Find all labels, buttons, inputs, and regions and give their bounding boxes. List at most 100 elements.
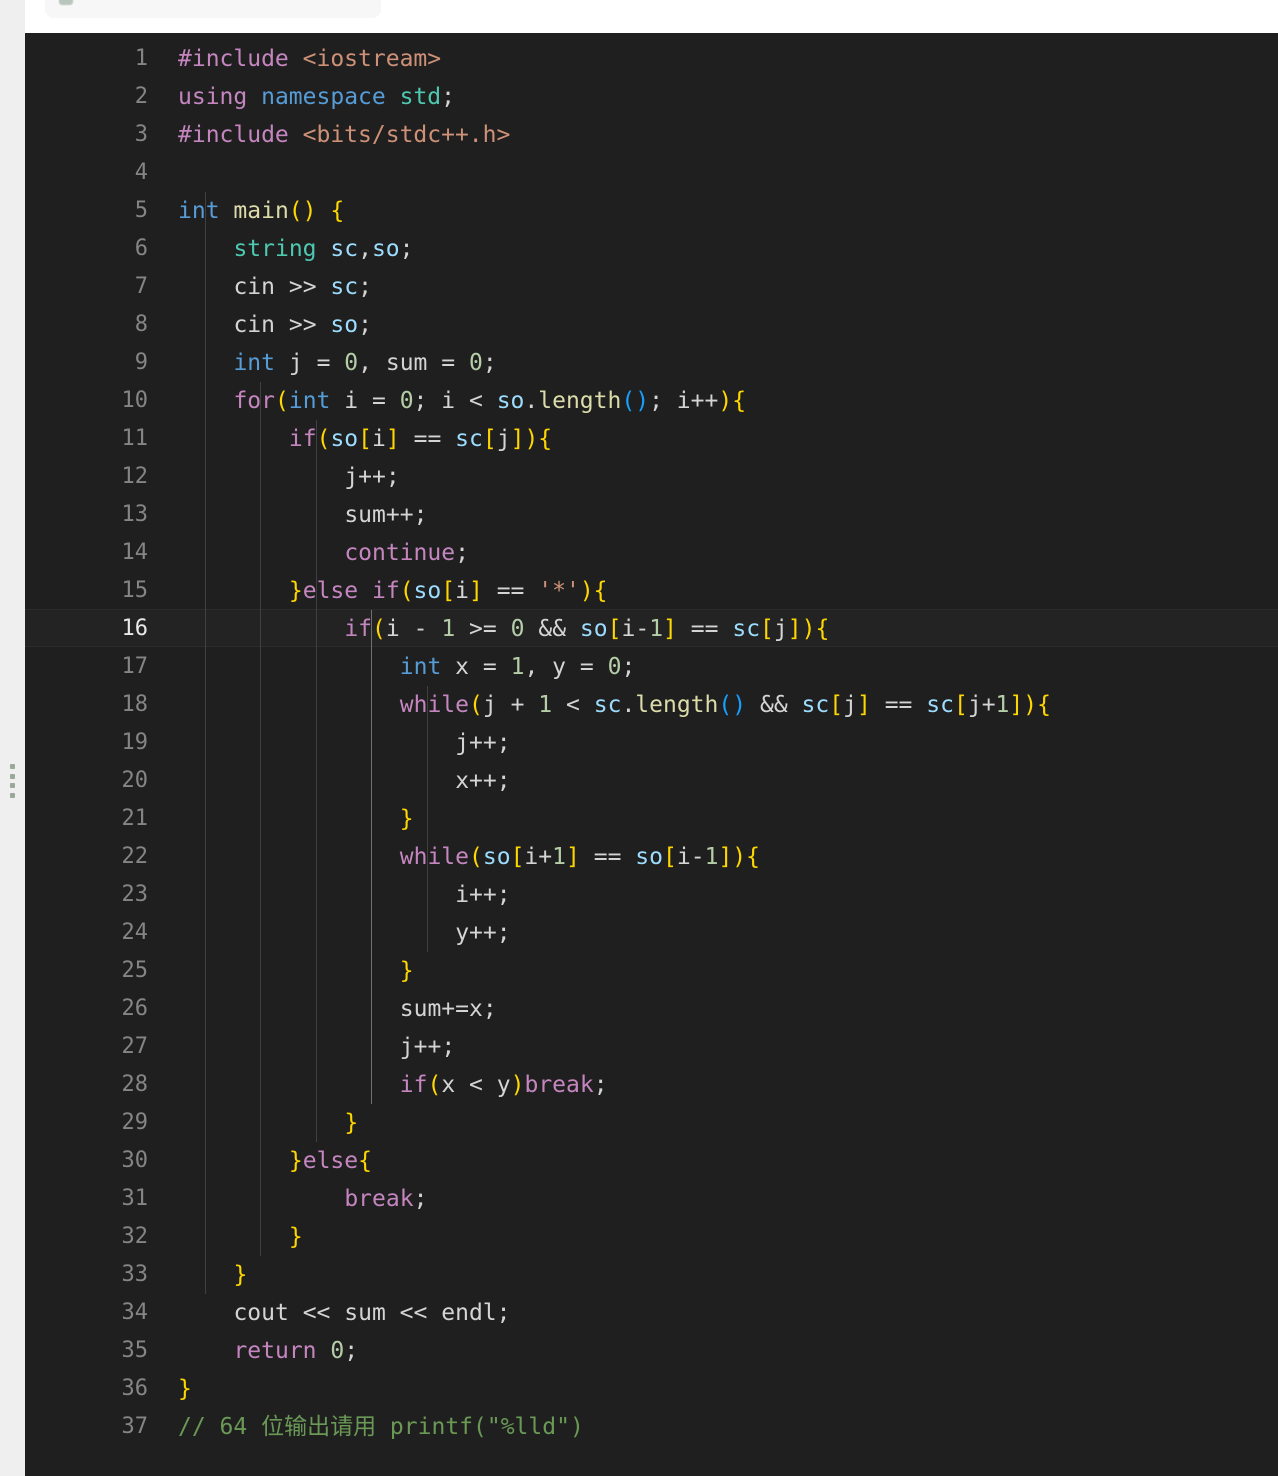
line-number: 19	[121, 730, 149, 755]
code-line[interactable]: 17 int x = 1, y = 0;	[25, 648, 1278, 686]
line-content[interactable]: cin >> sc;	[178, 268, 372, 306]
line-content[interactable]: j++;	[178, 458, 399, 496]
line-content[interactable]: cin >> so;	[178, 306, 372, 344]
line-content[interactable]: #include <iostream>	[178, 40, 441, 78]
code-line[interactable]: 27 j++;	[25, 1028, 1278, 1066]
line-content[interactable]: }	[178, 1218, 303, 1256]
line-content[interactable]: continue;	[178, 534, 469, 572]
line-number: 10	[121, 388, 149, 413]
panel-drag-handle[interactable]	[6, 764, 18, 798]
line-content[interactable]: int x = 1, y = 0;	[178, 648, 636, 686]
line-number: 28	[121, 1072, 149, 1097]
line-content[interactable]: }	[178, 800, 414, 838]
line-number: 23	[121, 882, 149, 907]
line-content[interactable]: for(int i = 0; i < so.length(); i++){	[178, 382, 746, 420]
code-line[interactable]: 36}	[25, 1370, 1278, 1408]
line-content[interactable]: int main() {	[178, 192, 344, 230]
line-content[interactable]: sum+=x;	[178, 990, 497, 1028]
code-line[interactable]: 11 if(so[i] == sc[j]){	[25, 420, 1278, 458]
line-content[interactable]: // 64 位输出请用 printf("%lld")	[178, 1408, 584, 1446]
code-line[interactable]: 28 if(x < y)break;	[25, 1066, 1278, 1104]
code-line[interactable]: 9 int j = 0, sum = 0;	[25, 344, 1278, 382]
code-line[interactable]: 33 }	[25, 1256, 1278, 1294]
line-number: 31	[121, 1186, 149, 1211]
code-line[interactable]: 16 if(i - 1 >= 0 && so[i-1] == sc[j]){	[25, 610, 1278, 648]
line-number: 35	[121, 1338, 149, 1363]
line-content[interactable]: }	[178, 952, 414, 990]
code-line[interactable]: 23 i++;	[25, 876, 1278, 914]
code-line[interactable]: 31 break;	[25, 1180, 1278, 1218]
line-content[interactable]: break;	[178, 1180, 427, 1218]
code-line[interactable]: 3 #include <bits/stdc++.h>	[25, 116, 1278, 154]
line-number: 15	[121, 578, 149, 603]
editor-window: 1 #include <iostream> 2 using namespace std…	[0, 0, 1278, 1476]
line-content[interactable]: j++;	[178, 724, 510, 762]
code-line[interactable]: 8 cin >> so;	[25, 306, 1278, 344]
code-line[interactable]: 7 cin >> sc;	[25, 268, 1278, 306]
line-number: 21	[121, 806, 149, 831]
line-number: 20	[121, 768, 149, 793]
code-line[interactable]: 35 return 0;	[25, 1332, 1278, 1370]
code-line[interactable]: 13 sum++;	[25, 496, 1278, 534]
line-number: 5	[134, 198, 148, 223]
line-content[interactable]: j++;	[178, 1028, 455, 1066]
code-line[interactable]: 10 for(int i = 0; i < so.length(); i++){	[25, 382, 1278, 420]
line-content[interactable]: while(so[i+1] == so[i-1]){	[178, 838, 760, 876]
code-line[interactable]: 12 j++;	[25, 458, 1278, 496]
avatar-icon	[59, 0, 73, 5]
line-number: 4	[134, 160, 148, 185]
code-line[interactable]: 5 int main() {	[25, 192, 1278, 230]
line-content[interactable]: if(i - 1 >= 0 && so[i-1] == sc[j]){	[178, 610, 829, 648]
code-lines[interactable]: 1 #include <iostream> 2 using namespace std…	[25, 33, 1278, 1446]
code-line[interactable]: 30 }else{	[25, 1142, 1278, 1180]
code-line[interactable]: 29 }	[25, 1104, 1278, 1142]
code-line[interactable]: 32 }	[25, 1218, 1278, 1256]
line-content[interactable]: string sc,so;	[178, 230, 413, 268]
line-number: 9	[134, 350, 148, 375]
line-content[interactable]: }	[178, 1370, 192, 1408]
code-line[interactable]: 20 x++;	[25, 762, 1278, 800]
line-content[interactable]: while(j + 1 < sc.length() && sc[j] == sc…	[178, 686, 1051, 724]
code-line[interactable]: 21 }	[25, 800, 1278, 838]
code-line[interactable]: 34 cout << sum << endl;	[25, 1294, 1278, 1332]
line-content[interactable]: int j = 0, sum = 0;	[178, 344, 496, 382]
code-line[interactable]: 6 string sc,so;	[25, 230, 1278, 268]
line-content[interactable]: }else if(so[i] == '*'){	[178, 572, 608, 610]
code-line[interactable]: 2 using namespace std;	[25, 78, 1278, 116]
code-line[interactable]: 19 j++;	[25, 724, 1278, 762]
code-line[interactable]: 15 }else if(so[i] == '*'){	[25, 572, 1278, 610]
code-line[interactable]: 37 // 64 位输出请用 printf("%lld")	[25, 1408, 1278, 1446]
code-line[interactable]: 1 #include <iostream>	[25, 40, 1278, 78]
line-content[interactable]: if(so[i] == sc[j]){	[178, 420, 552, 458]
code-line[interactable]: 26 sum+=x;	[25, 990, 1278, 1028]
line-content[interactable]: }else{	[178, 1142, 372, 1180]
left-page-gutter	[0, 0, 25, 1476]
line-content[interactable]: if(x < y)break;	[178, 1066, 608, 1104]
line-content[interactable]: }	[178, 1104, 358, 1142]
line-number: 6	[134, 236, 148, 261]
line-content[interactable]: return 0;	[178, 1332, 358, 1370]
code-line[interactable]: 18 while(j + 1 < sc.length() && sc[j] ==…	[25, 686, 1278, 724]
code-editor[interactable]: 1 #include <iostream> 2 using namespace std…	[25, 33, 1278, 1476]
line-content[interactable]: x++;	[178, 762, 510, 800]
code-line[interactable]: 24 y++;	[25, 914, 1278, 952]
line-content[interactable]: #include <bits/stdc++.h>	[178, 116, 510, 154]
line-content[interactable]: cout << sum << endl;	[178, 1294, 510, 1332]
line-number: 11	[121, 426, 149, 451]
code-viewport[interactable]: 1 #include <iostream> 2 using namespace std…	[25, 33, 1278, 1476]
code-line[interactable]: 25 }	[25, 952, 1278, 990]
line-number: 14	[121, 540, 149, 565]
line-number: 32	[121, 1224, 149, 1249]
line-number: 30	[121, 1148, 149, 1173]
drag-dot-icon	[9, 783, 15, 789]
line-content[interactable]: sum++;	[178, 496, 427, 534]
line-content[interactable]: }	[178, 1256, 247, 1294]
line-content[interactable]: i++;	[178, 876, 510, 914]
code-line[interactable]: 14 continue;	[25, 534, 1278, 572]
line-content[interactable]: y++;	[178, 914, 510, 952]
code-line[interactable]: 4	[25, 154, 1278, 192]
line-number: 17	[121, 654, 149, 679]
partial-card[interactable]	[45, 0, 381, 18]
code-line[interactable]: 22 while(so[i+1] == so[i-1]){	[25, 838, 1278, 876]
line-content[interactable]: using namespace std;	[178, 78, 455, 116]
